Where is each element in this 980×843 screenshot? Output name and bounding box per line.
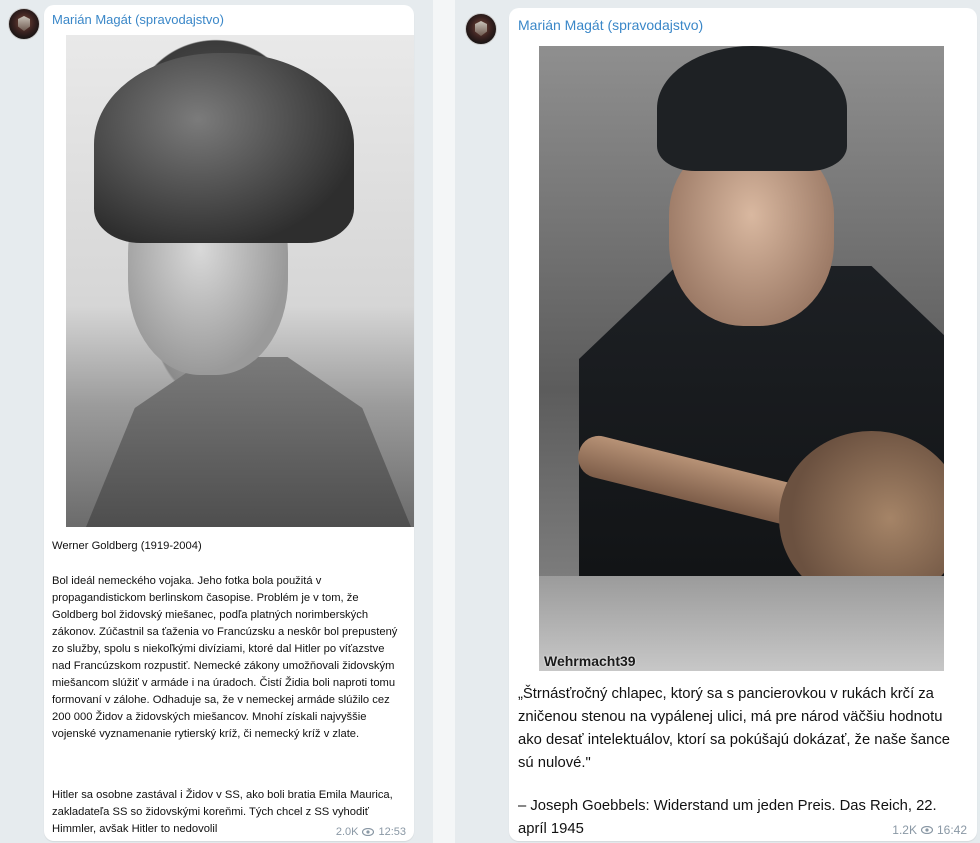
post-caption-title: Werner Goldberg (1919-2004)	[52, 540, 202, 552]
photo-cap	[657, 46, 847, 171]
post-time: 16:42	[936, 823, 967, 837]
post-photo[interactable]: Wehrmacht39	[539, 46, 944, 671]
post-photo[interactable]	[66, 35, 414, 527]
view-count: 2.0K	[335, 826, 359, 838]
photo-helmet	[94, 53, 354, 243]
view-count: 1.2K	[892, 823, 917, 837]
post-time: 12:53	[378, 826, 406, 838]
channel-avatar-icon[interactable]	[8, 8, 40, 40]
photo-watermark: Wehrmacht39	[544, 653, 636, 669]
eye-icon	[920, 826, 933, 834]
channel-name[interactable]: Marián Magát (spravodajstvo)	[52, 12, 224, 27]
post-card: Marián Magát (spravodajstvo) Werner Gold…	[44, 5, 414, 841]
column-divider	[433, 0, 455, 843]
post-card: Marián Magát (spravodajstvo) Wehrmacht39…	[509, 8, 977, 841]
eye-icon	[362, 828, 375, 836]
photo-uniform	[86, 357, 411, 527]
channel-name[interactable]: Marián Magát (spravodajstvo)	[518, 17, 703, 33]
post-quote: „Štrnásťročný chlapec, ktorý sa s pancie…	[518, 686, 950, 771]
channel-avatar-icon[interactable]	[465, 13, 497, 45]
post-paragraph: Bol ideál nemeckého vojaka. Jeho fotka b…	[52, 575, 398, 740]
post-meta: 2.0K 12:53	[336, 826, 406, 838]
post-meta: 1.2K 16:42	[892, 823, 967, 837]
